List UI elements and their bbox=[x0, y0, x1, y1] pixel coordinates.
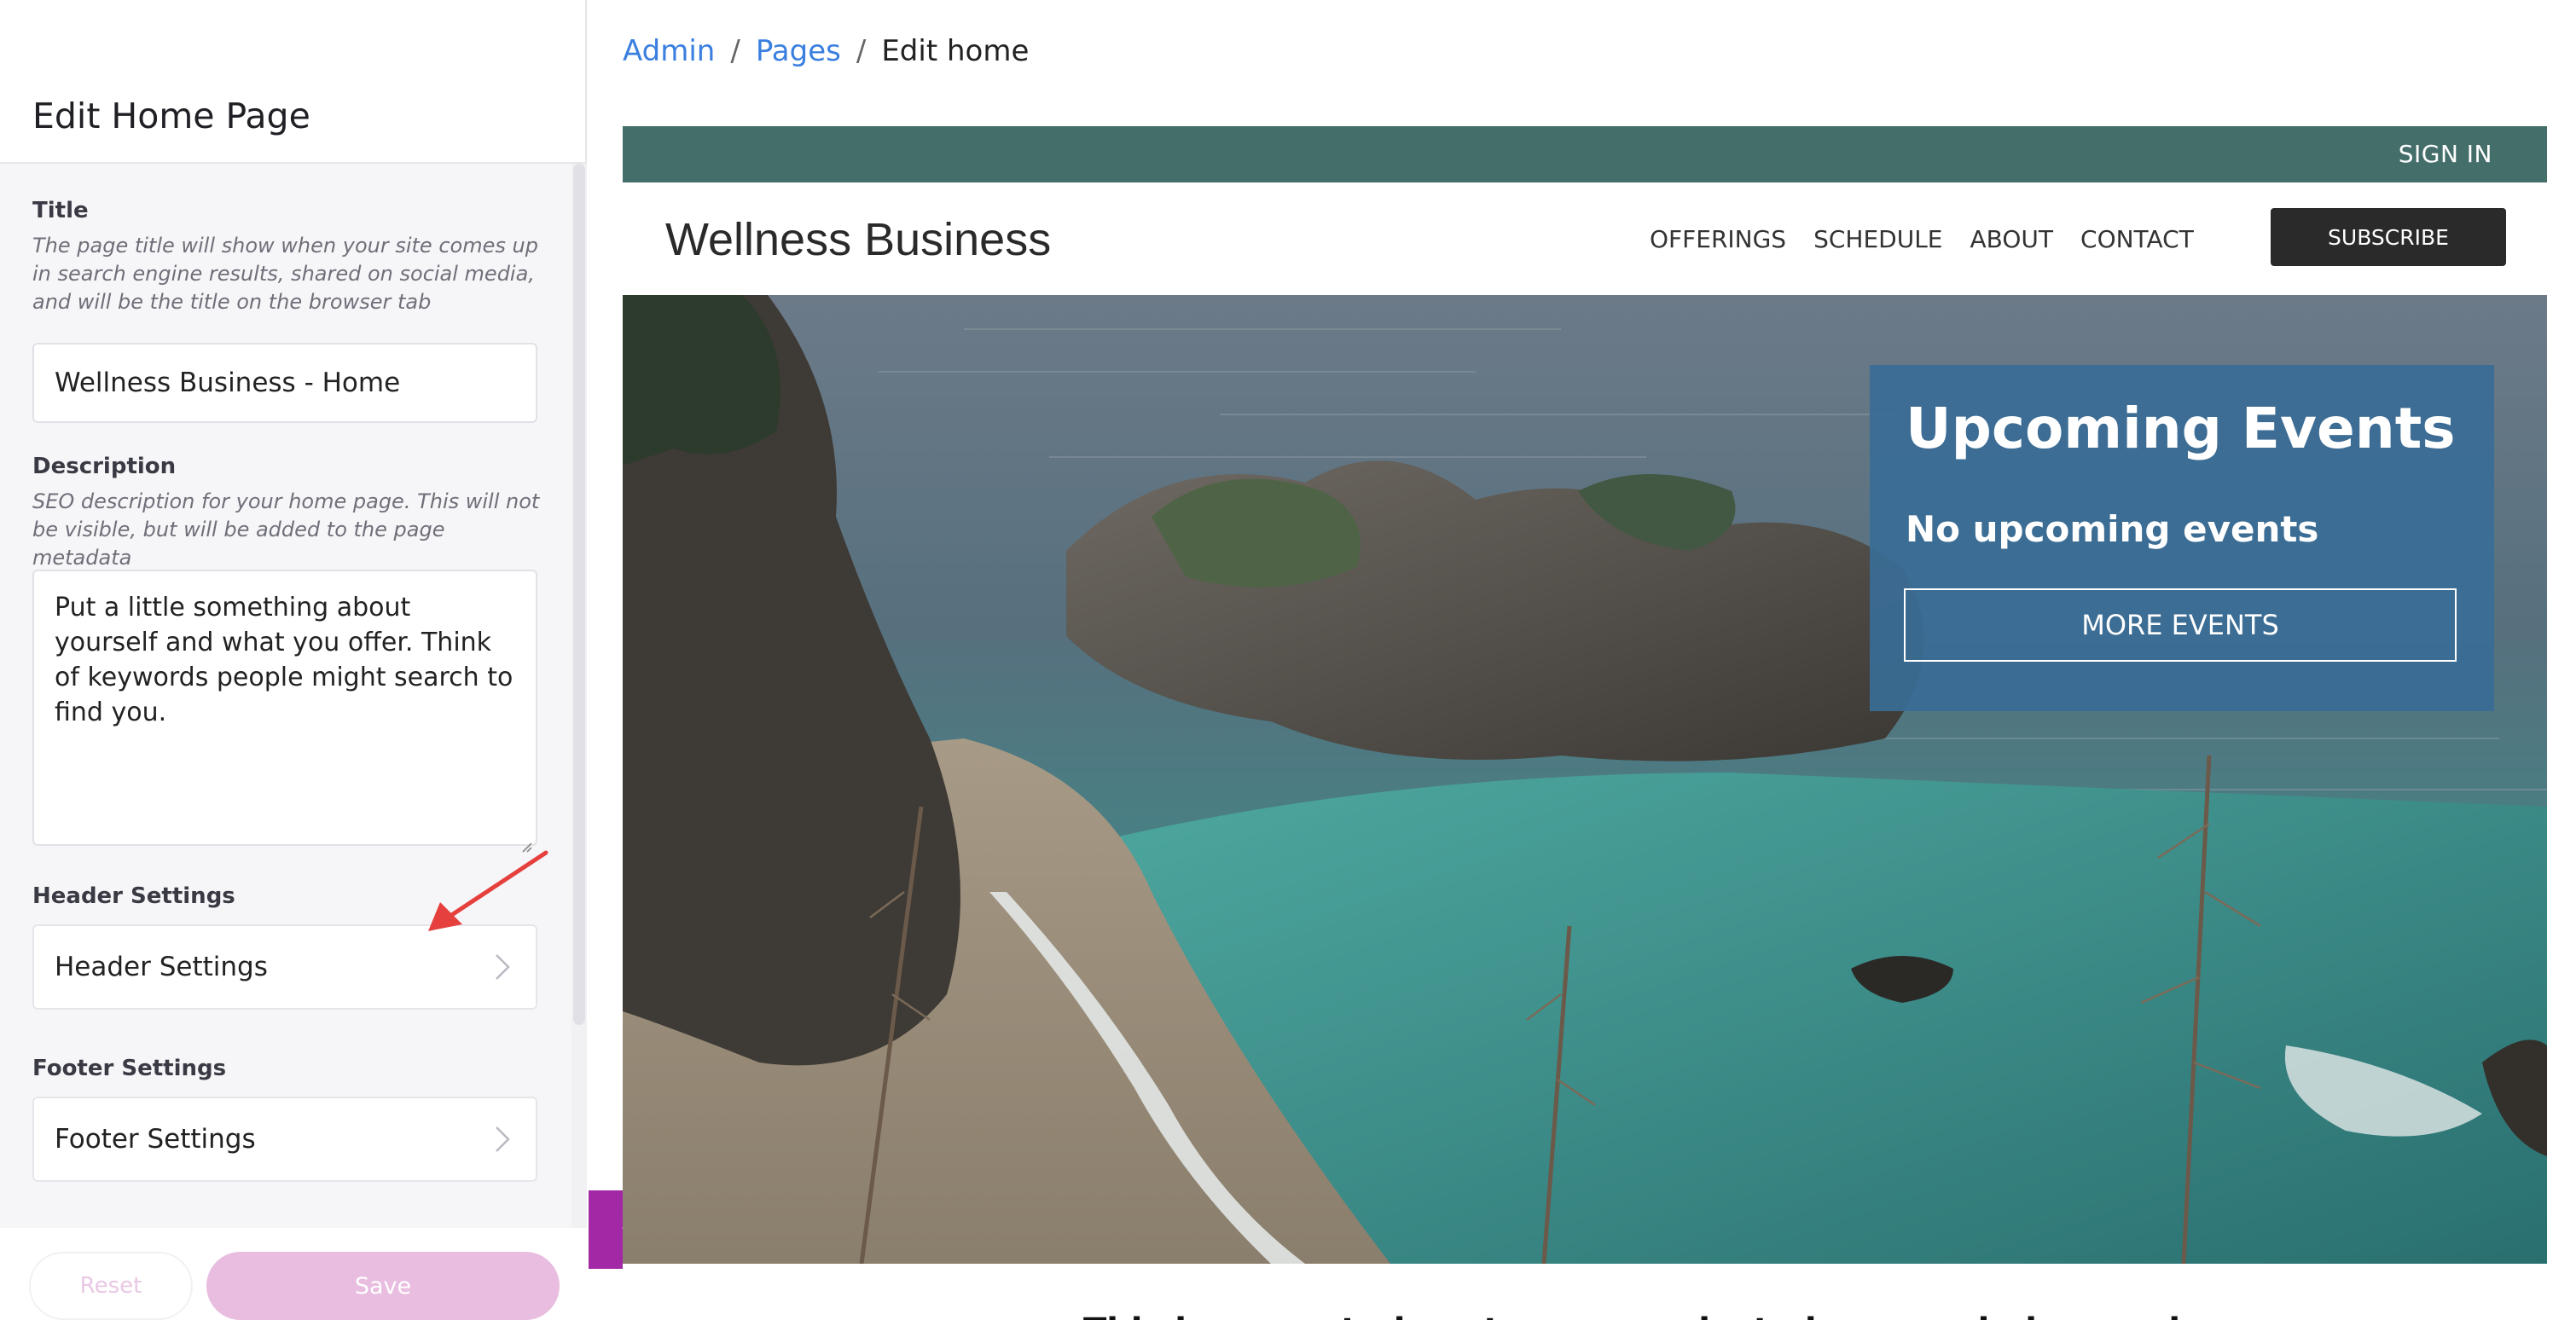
title-help-text: The page title will show when your site … bbox=[32, 234, 538, 314]
title-input-value: Wellness Business - Home bbox=[55, 368, 401, 398]
edit-panel: Edit Home Page Title The page title will… bbox=[0, 0, 587, 1320]
breadcrumb-current: Edit home bbox=[881, 34, 1030, 68]
description-label: Description bbox=[32, 454, 177, 479]
chevron-right-icon bbox=[490, 1122, 515, 1156]
breadcrumb-admin-link[interactable]: Admin bbox=[623, 34, 715, 68]
subscribe-button[interactable]: SUBSCRIBE bbox=[2271, 208, 2506, 266]
events-title: Upcoming Events bbox=[1906, 396, 2456, 461]
header-settings-row-label: Header Settings bbox=[55, 952, 268, 982]
breadcrumb: Admin / Pages / Edit home bbox=[623, 34, 1029, 68]
panel-scrollbar[interactable] bbox=[571, 164, 587, 1228]
title-label: Title bbox=[32, 198, 89, 223]
events-subtitle: No upcoming events bbox=[1906, 508, 2319, 550]
site-header: Wellness Business OFFERINGS SCHEDULE ABO… bbox=[623, 182, 2547, 295]
resize-grip-icon[interactable] bbox=[519, 827, 532, 853]
red-arrow-icon bbox=[428, 850, 548, 931]
chevron-right-icon bbox=[490, 950, 515, 984]
panel-body: Title The page title will show when your… bbox=[0, 164, 587, 1228]
intro-heading: This is a great place to communicate how… bbox=[1083, 1311, 2203, 1320]
upcoming-events-card: Upcoming Events No upcoming events MORE … bbox=[1870, 365, 2494, 711]
panel-footer: Reset Save bbox=[0, 1228, 587, 1320]
site-preview: SIGN IN Wellness Business OFFERINGS SCHE… bbox=[623, 126, 2547, 1320]
sign-in-link[interactable]: SIGN IN bbox=[2399, 140, 2492, 168]
more-events-button[interactable]: MORE EVENTS bbox=[1904, 588, 2457, 662]
panel-title: Edit Home Page bbox=[32, 96, 310, 136]
site-nav: OFFERINGS SCHEDULE ABOUT CONTACT bbox=[1650, 225, 2194, 253]
hero-image: Upcoming Events No upcoming events MORE … bbox=[623, 295, 2547, 1264]
panel-scrollbar-thumb[interactable] bbox=[573, 164, 585, 1025]
description-textarea[interactable]: Put a little something about yourself an… bbox=[32, 570, 537, 853]
description-help-text: SEO description for your home page. This… bbox=[32, 489, 540, 570]
reset-button[interactable]: Reset bbox=[29, 1252, 193, 1320]
description-value: Put a little something about yourself an… bbox=[55, 593, 513, 727]
nav-about[interactable]: ABOUT bbox=[1970, 225, 2054, 253]
footer-settings-button[interactable]: Footer Settings bbox=[32, 1097, 537, 1182]
nav-schedule[interactable]: SCHEDULE bbox=[1813, 225, 1942, 253]
header-settings-label: Header Settings bbox=[32, 883, 235, 909]
site-topbar: SIGN IN bbox=[623, 126, 2547, 182]
nav-contact[interactable]: CONTACT bbox=[2080, 225, 2194, 253]
breadcrumb-separator: / bbox=[730, 34, 740, 68]
breadcrumb-pages-link[interactable]: Pages bbox=[756, 34, 841, 68]
breadcrumb-separator: / bbox=[856, 34, 867, 68]
footer-settings-label: Footer Settings bbox=[32, 1056, 227, 1081]
save-button[interactable]: Save bbox=[206, 1252, 560, 1320]
footer-settings-row-label: Footer Settings bbox=[55, 1124, 256, 1155]
nav-offerings[interactable]: OFFERINGS bbox=[1650, 225, 1786, 253]
site-logo[interactable]: Wellness Business bbox=[665, 213, 1051, 266]
title-input[interactable]: Wellness Business - Home bbox=[32, 343, 537, 423]
